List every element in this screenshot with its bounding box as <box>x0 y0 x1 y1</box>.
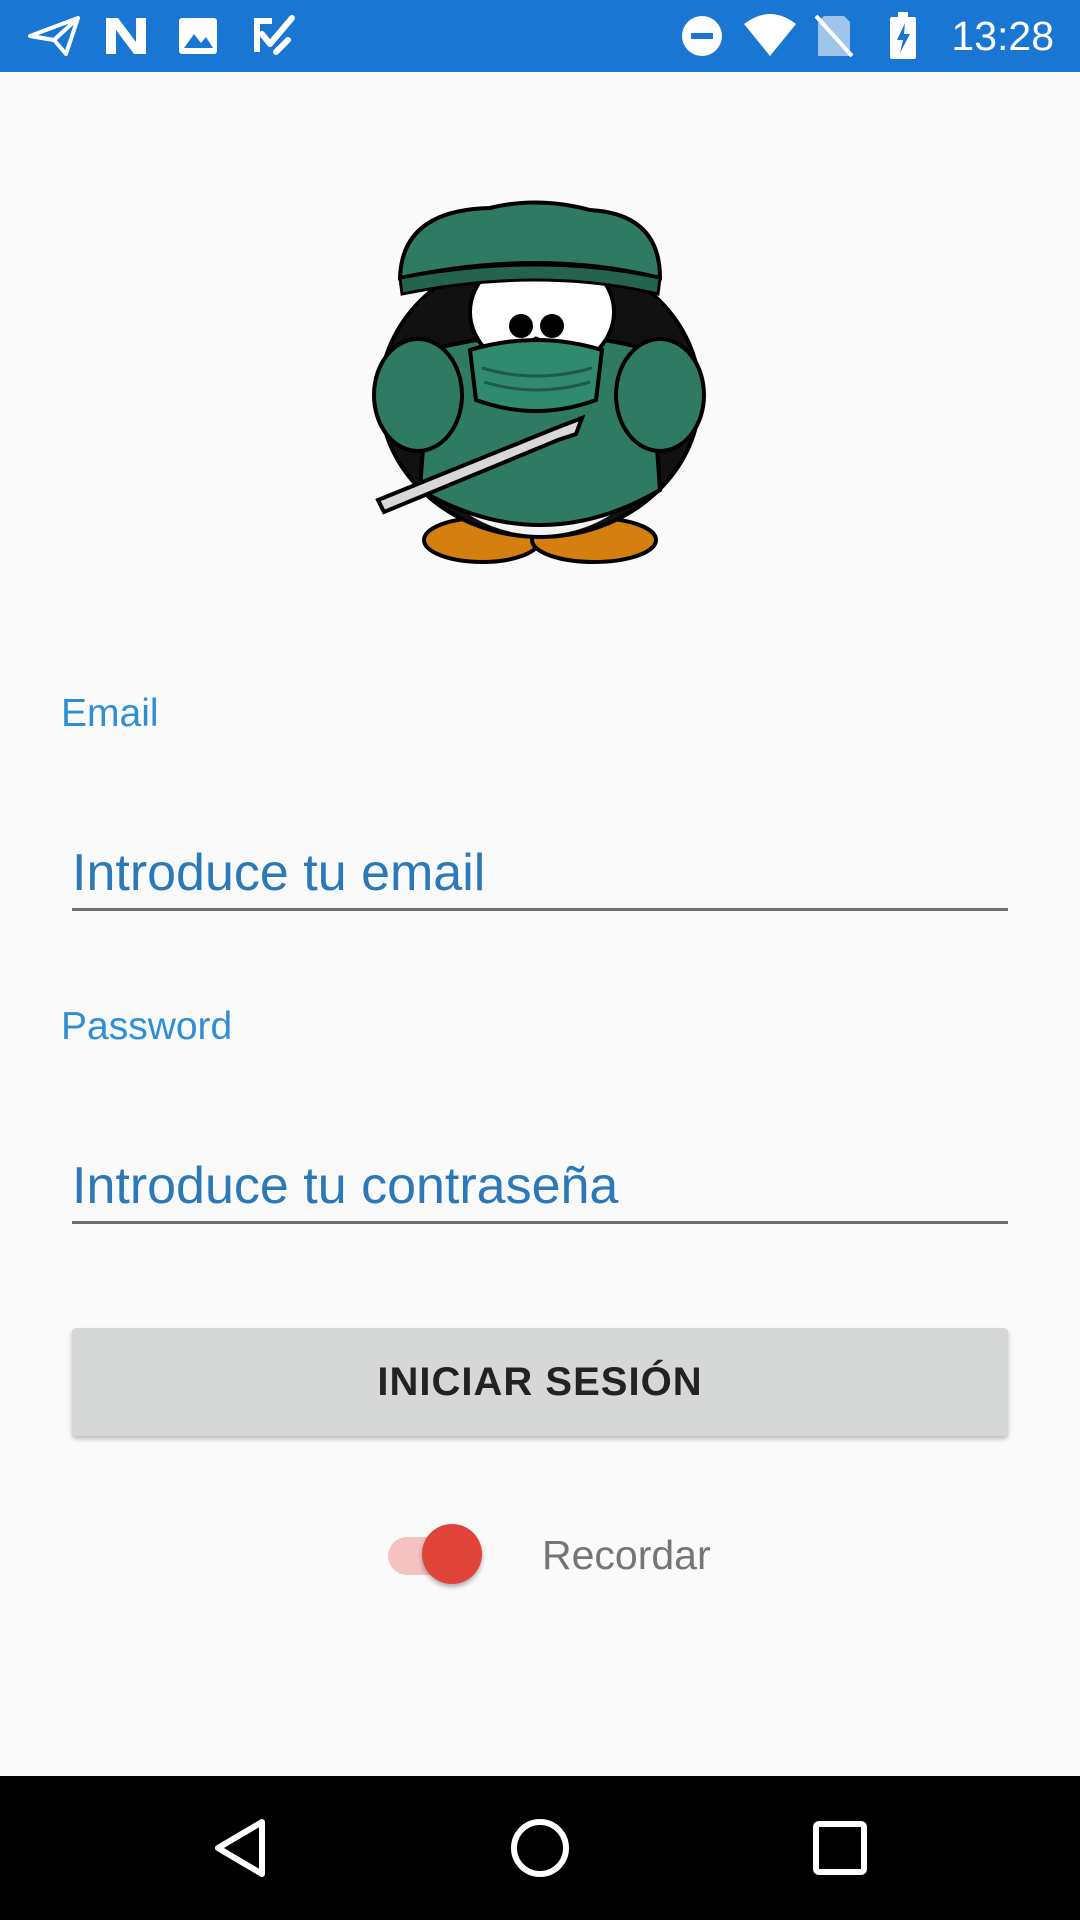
recents-icon[interactable] <box>804 1812 876 1884</box>
do-not-disturb-icon <box>680 12 724 60</box>
email-label: Email <box>61 692 159 735</box>
back-icon[interactable] <box>204 1812 276 1884</box>
login-button[interactable]: INICIAR SESIÓN <box>72 1328 1008 1436</box>
remember-label: Recordar <box>542 1532 711 1578</box>
email-input[interactable] <box>72 838 1008 911</box>
remember-toggle[interactable] <box>386 1522 486 1586</box>
no-sim-icon <box>814 12 854 60</box>
password-label: Password <box>61 1005 233 1048</box>
toggle-thumb <box>422 1524 482 1584</box>
image-icon <box>176 12 220 60</box>
n-notification-icon <box>102 12 150 60</box>
navigation-bar <box>0 1776 1080 1920</box>
surgeon-penguin-logo <box>370 200 710 575</box>
home-icon[interactable] <box>504 1812 576 1884</box>
wifi-icon <box>742 12 798 60</box>
battery-charging-icon <box>888 12 918 60</box>
status-time: 13:28 <box>951 13 1054 59</box>
status-bar: 13:28 <box>0 0 1080 72</box>
send-icon <box>28 12 80 60</box>
checklist-icon <box>250 12 298 60</box>
password-input[interactable] <box>72 1151 1008 1224</box>
